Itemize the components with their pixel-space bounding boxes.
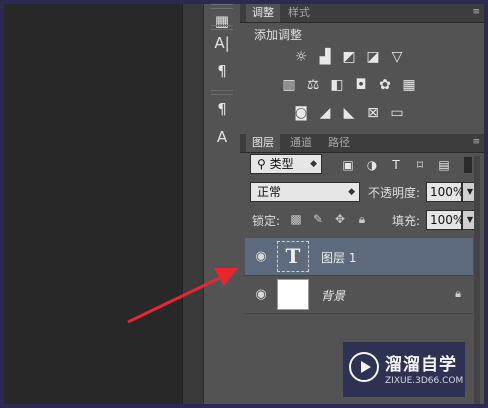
arrow-head <box>214 268 238 286</box>
arrow-shaft <box>127 273 227 324</box>
annotation-arrow <box>127 268 238 324</box>
